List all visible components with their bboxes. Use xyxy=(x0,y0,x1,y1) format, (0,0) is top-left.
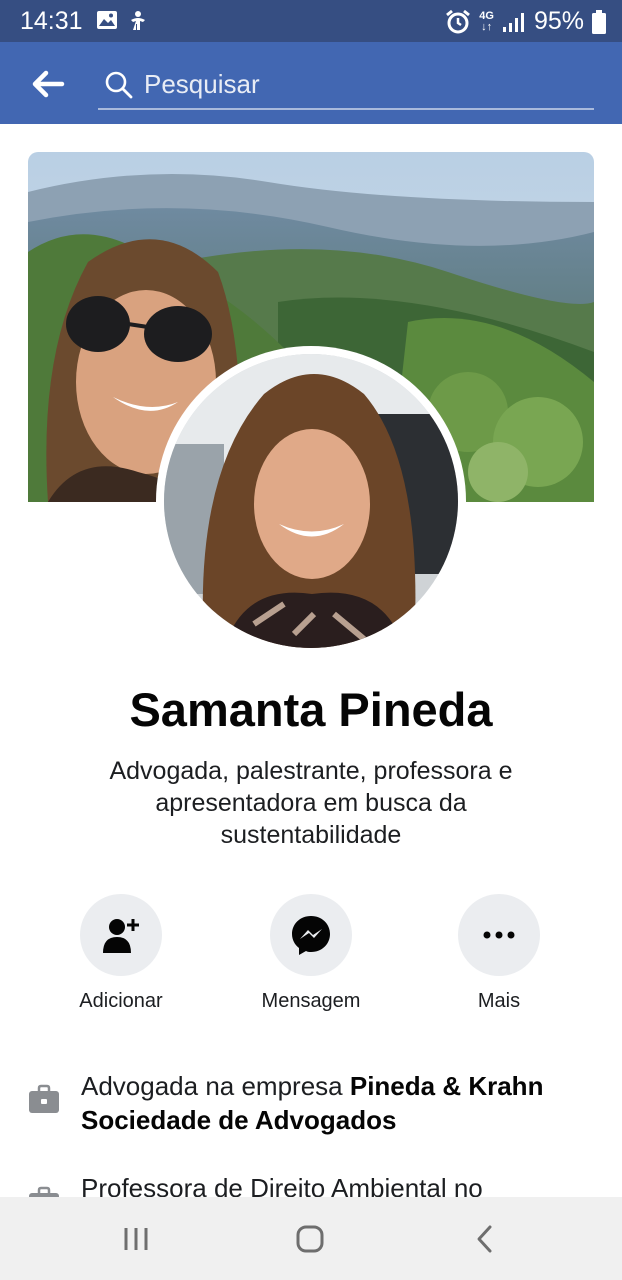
image-icon xyxy=(97,11,117,29)
add-friend-icon xyxy=(103,919,139,953)
more-button[interactable]: Mais xyxy=(409,894,589,1013)
messenger-icon xyxy=(292,916,330,955)
more-icon xyxy=(483,931,515,939)
battery-level: 95% xyxy=(533,7,584,35)
profile-name: Samanta Pineda xyxy=(129,683,493,736)
signal-icon xyxy=(502,12,524,32)
back-arrow-icon xyxy=(32,70,65,98)
back-button[interactable] xyxy=(28,64,68,104)
alarm-icon xyxy=(446,9,471,33)
accessibility-icon xyxy=(131,11,145,30)
recent-apps-icon xyxy=(124,1228,148,1250)
briefcase-icon xyxy=(29,1084,59,1113)
message-label: Mensagem xyxy=(261,990,361,1012)
search-bar[interactable] xyxy=(98,62,594,110)
network-type: 4G ↓↑ xyxy=(479,9,494,33)
status-bar: 14:31 4G ↓↑ 95% xyxy=(0,0,622,42)
add-friend-label: Adicionar xyxy=(79,990,163,1012)
recent-apps-button[interactable] xyxy=(116,1219,156,1259)
system-nav-bar xyxy=(0,1197,622,1280)
search-icon xyxy=(105,71,133,99)
profile-avatar[interactable] xyxy=(164,354,458,648)
work-info-prefix: Advogada na empresa xyxy=(81,1071,350,1101)
add-friend-button[interactable]: Adicionar xyxy=(31,894,211,1013)
search-input[interactable] xyxy=(144,66,584,102)
battery-icon xyxy=(592,9,606,34)
home-icon xyxy=(296,1225,324,1253)
system-back-button[interactable] xyxy=(465,1219,505,1259)
home-button[interactable] xyxy=(290,1219,330,1259)
work-info-row[interactable]: Advogada na empresa Pineda & Krahn Socie… xyxy=(0,1069,622,1141)
top-app-bar xyxy=(0,42,622,124)
status-time: 14:31 xyxy=(20,7,83,35)
profile-bio: Advogada, palestrante, professora e apre… xyxy=(109,757,513,849)
chevron-left-icon xyxy=(477,1225,492,1253)
message-button[interactable]: Mensagem xyxy=(221,894,401,1013)
profile-photo-image xyxy=(164,354,458,648)
more-label: Mais xyxy=(477,990,521,1012)
